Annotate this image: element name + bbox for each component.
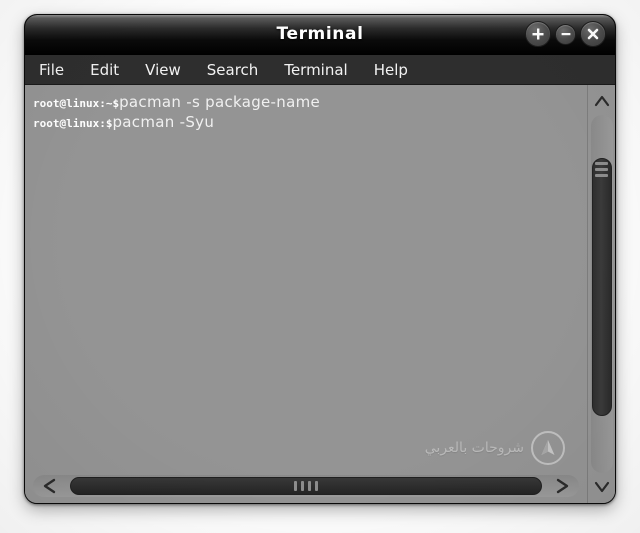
horizontal-scroll-thumb[interactable]: [70, 477, 542, 495]
watermark: شروحات بالعربي: [425, 431, 565, 465]
scroll-left-arrow-icon[interactable]: [36, 476, 64, 496]
menu-item-edit[interactable]: Edit: [90, 59, 131, 81]
minimize-button[interactable]: [555, 23, 576, 45]
desktop-background: Terminal File Edit View Search Terminal …: [0, 0, 640, 533]
terminal-window: Terminal File Edit View Search Terminal …: [24, 14, 616, 504]
close-button[interactable]: [580, 21, 606, 47]
window-titlebar[interactable]: Terminal: [25, 15, 615, 55]
scroll-grip-icon: [294, 481, 318, 491]
vertical-scroll-thumb[interactable]: [591, 157, 612, 416]
close-icon: [587, 28, 599, 40]
terminal-column: root@linux:~$ pacman -s package-name roo…: [25, 85, 587, 503]
terminal-line: root@linux:$ pacman -Syu: [33, 112, 579, 132]
menu-item-help[interactable]: Help: [374, 59, 420, 81]
scroll-grip-icon: [595, 159, 608, 177]
minus-icon: [561, 33, 570, 36]
horizontal-scrollbar[interactable]: [25, 473, 587, 503]
scroll-up-arrow-icon[interactable]: [591, 88, 613, 114]
scroll-right-arrow-icon[interactable]: [548, 476, 576, 496]
menu-item-terminal[interactable]: Terminal: [284, 59, 359, 81]
maximize-button[interactable]: [525, 21, 551, 47]
terminal-line: root@linux:~$ pacman -s package-name: [33, 92, 579, 112]
window-controls: [525, 21, 606, 47]
menubar: File Edit View Search Terminal Help: [25, 55, 615, 85]
menu-item-file[interactable]: File: [39, 59, 76, 81]
shell-command: pacman -Syu: [112, 113, 215, 131]
scroll-down-arrow-icon[interactable]: [591, 474, 613, 500]
menu-item-search[interactable]: Search: [207, 59, 271, 81]
horizontal-scroll-track[interactable]: [33, 475, 579, 497]
shell-prompt: root@linux:$: [33, 117, 113, 130]
terminal-output[interactable]: root@linux:~$ pacman -s package-name roo…: [25, 85, 587, 473]
watermark-text: شروحات بالعربي: [424, 440, 524, 456]
shell-prompt: root@linux:~$: [33, 97, 120, 110]
vertical-scrollbar[interactable]: [587, 85, 615, 503]
plus-icon: [532, 28, 544, 40]
terminal-body: root@linux:~$ pacman -s package-name roo…: [25, 85, 615, 503]
shell-command: pacman -s package-name: [119, 93, 321, 111]
arch-logo-icon: [531, 431, 565, 465]
menu-item-view[interactable]: View: [145, 59, 193, 81]
vertical-scroll-track[interactable]: [590, 115, 613, 473]
